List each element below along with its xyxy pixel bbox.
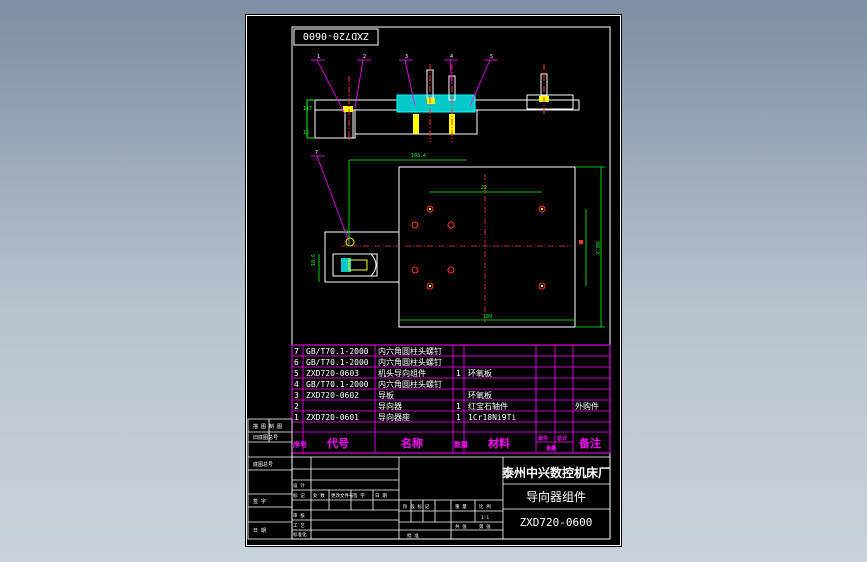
bom-row-5-no: 5: [294, 369, 299, 378]
balloon-7: 7: [315, 150, 318, 156]
tb-part-name: 导向器组件: [526, 489, 586, 504]
bom-row-2-qty: 1: [456, 402, 461, 411]
dim-189: 189: [483, 314, 492, 320]
bom-row-5-qty: 1: [456, 369, 461, 378]
bom-table: 7 GB/T70.1-2000 内六角圆柱头螺钉 6 GB/T70.1-2000…: [291, 344, 611, 454]
bom-row-4-no: 4: [294, 380, 299, 389]
balloon-1: 1: [317, 54, 320, 60]
bom-header-no: 序号: [292, 440, 307, 449]
balloon-3: 3: [405, 54, 408, 60]
tb-label-stage: 阶 段 标 记: [403, 503, 430, 510]
tb-label-approve: 批 准: [407, 532, 419, 539]
strip-bottom-label: 底图总号: [253, 461, 273, 468]
bom-row-2-mat: 红宝石轴件: [468, 401, 508, 411]
tb-label-review: 审 核: [293, 512, 305, 519]
bom-row-1-name: 导向器座: [378, 412, 410, 422]
bom-header-code: 代号: [326, 436, 349, 450]
bom-row-7-name: 内六角圆柱头螺钉: [378, 346, 442, 356]
bom-row-7-code: GB/T70.1-2000: [306, 347, 369, 356]
bom-row-2-note: 外购件: [575, 401, 599, 411]
drawing-sheet[interactable]: ZXD720-0600 117 15 1 2 3 4 5 103.4 22 18…: [245, 14, 622, 547]
dim-103-4: 103.4: [411, 153, 426, 159]
bom-row-5-mat: 环氧板: [468, 368, 492, 378]
cad-viewport[interactable]: ZXD720-0600 117 15 1 2 3 4 5 103.4 22 18…: [0, 0, 867, 562]
bom-row-6-no: 6: [294, 358, 299, 367]
tb-label-weight: 重 量: [455, 503, 467, 510]
bom-row-5-name: 机头导向组件: [378, 368, 426, 378]
balloon-5: 5: [490, 54, 493, 60]
bom-row-3-mat: 环氧板: [468, 390, 492, 400]
strip-date-label: 日 期: [253, 528, 266, 534]
bom-header-weight: 重量: [546, 445, 556, 452]
bom-header-note: 备注: [578, 436, 601, 450]
tb-company: 泰州中兴数控机床厂: [501, 465, 610, 480]
tb-label-standard: 标准化: [293, 531, 307, 538]
dim-88-2: 88.2: [594, 242, 600, 254]
bom-row-7-no: 7: [294, 347, 299, 356]
tb-label-design: 设 计: [293, 482, 305, 489]
tb-label-mark: 标 记: [293, 492, 305, 499]
balloon-2: 2: [363, 54, 366, 60]
drawing-no-rotated: ZXD720-0600: [303, 30, 369, 41]
strip-mid-label: 旧底图总号: [253, 434, 278, 441]
bom-row-5-code: ZXD720-0603: [306, 369, 359, 378]
strip-top-label: 描 图 制 图: [253, 423, 282, 430]
bom-header-mat: 材料: [488, 436, 510, 450]
tb-label-process: 工 艺: [293, 523, 305, 529]
bom-row-3-code: ZXD720-0602: [306, 391, 359, 400]
base-plate-outline: [398, 166, 576, 328]
plan-view: 103.4 22 189 88.2 18.6 8 7: [311, 150, 605, 328]
dim-15: 15: [303, 130, 309, 136]
tb-label-date: 日 期: [375, 493, 387, 499]
bom-row-6-name: 内六角圆柱头螺钉: [378, 357, 442, 367]
bom-header-total: 总计: [557, 435, 567, 442]
tb-label-sheet: 第 张: [479, 523, 491, 530]
tb-label-count: 处 数: [313, 492, 325, 499]
dim-117: 117: [303, 106, 312, 112]
strip-sign-label: 签 字: [253, 498, 266, 505]
bom-row-3-name: 导板: [378, 390, 394, 400]
bom-row-6-code: GB/T70.1-2000: [306, 358, 369, 367]
drawing-canvas: ZXD720-0600 117 15 1 2 3 4 5 103.4 22 18…: [246, 15, 621, 546]
bom-header-qty: 数量: [454, 440, 468, 449]
bom-row-2-name: 导向器: [378, 401, 402, 411]
bom-row-4-name: 内六角圆柱头螺钉: [378, 379, 442, 389]
bom-row-3-no: 3: [294, 391, 299, 400]
balloon-4: 4: [450, 54, 453, 60]
bom-row-4-code: GB/T70.1-2000: [306, 380, 369, 389]
bom-row-1-qty: 1: [456, 413, 461, 422]
bom-header-single: 单件: [538, 435, 548, 442]
tb-label-change-doc: 更改文件号: [331, 492, 354, 499]
tb-drawing-no: ZXD720-0600: [520, 516, 593, 529]
tb-label-sign: 签 字: [353, 492, 365, 499]
bom-row-1-no: 1: [294, 413, 299, 422]
bom-row-1-mat: 1Cr18Ni9Ti: [468, 413, 516, 422]
bom-header-name: 名称: [401, 436, 423, 450]
bom-row-1-code: ZXD720-0601: [306, 413, 359, 422]
guide-plate-hatch: [396, 94, 476, 113]
section-view: 117 15: [303, 64, 580, 142]
bom-row-2-no: 2: [294, 402, 299, 411]
tb-scale-value: 1:1: [481, 515, 489, 521]
dim-18-6: 18.6: [311, 254, 317, 266]
tb-label-total-sheets: 共 张: [455, 523, 467, 530]
tb-label-scale: 比 例: [479, 503, 491, 510]
dim-22: 22: [481, 185, 487, 191]
